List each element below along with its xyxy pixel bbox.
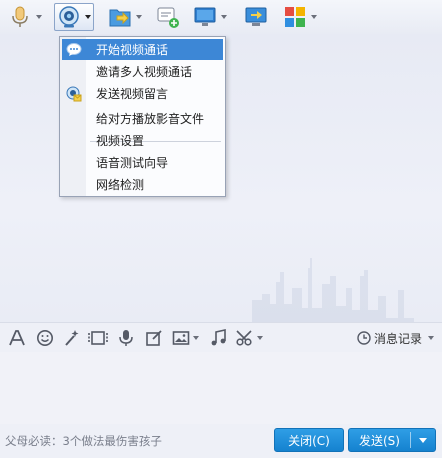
menu-item-video-settings[interactable]: 视频设置 <box>62 130 223 151</box>
message-input[interactable] <box>0 352 442 424</box>
chevron-down-icon[interactable] <box>257 336 263 340</box>
chevron-down-icon <box>428 336 434 340</box>
menu-item-label: 邀请多人视频通话 <box>96 65 193 79</box>
video-clip-button[interactable] <box>88 328 108 348</box>
menu-item-label: 语音测试向导 <box>96 156 169 170</box>
video-clip-icon <box>88 331 108 345</box>
menu-item-label: 给对方播放影音文件 <box>96 112 205 126</box>
voice-call-button[interactable] <box>8 3 42 31</box>
music-button[interactable] <box>210 328 228 348</box>
menu-item-start-video-call[interactable]: 开始视频通话 <box>62 39 223 60</box>
create-discussion-button[interactable] <box>156 3 180 31</box>
music-icon <box>211 329 226 346</box>
screen-share-icon <box>245 7 267 26</box>
video-chat-bubble-icon <box>66 43 82 56</box>
message-history-label: 消息记录 <box>373 331 422 346</box>
magic-wand-icon <box>65 330 79 346</box>
send-button[interactable]: 发送(S) <box>348 428 436 452</box>
chevron-down-icon[interactable] <box>36 15 42 19</box>
close-button-label: 关闭(C) <box>288 433 330 448</box>
voice-message-button[interactable] <box>118 328 134 348</box>
menu-item-label: 开始视频通话 <box>96 43 169 57</box>
microphone-icon <box>12 6 28 27</box>
chevron-down-icon[interactable] <box>193 336 199 340</box>
emoji-icon <box>37 330 53 346</box>
webcam-icon <box>59 6 79 28</box>
chat-toolbar <box>0 0 442 34</box>
menu-item-send-video-message[interactable]: 发送视频留言 <box>62 83 223 104</box>
send-image-button[interactable] <box>172 328 199 348</box>
edit-note-button[interactable] <box>145 328 163 348</box>
menu-item-voice-test-wizard[interactable]: 语音测试向导 <box>62 152 223 173</box>
emoji-button[interactable] <box>36 328 54 348</box>
magic-expression-button[interactable] <box>63 328 81 348</box>
voice-message-icon <box>119 330 133 346</box>
screenshot-button[interactable] <box>236 328 263 348</box>
screenshot-scissors-icon <box>236 330 252 346</box>
send-options-chevron-icon[interactable] <box>419 438 427 443</box>
image-icon <box>172 331 190 345</box>
chevron-down-icon[interactable] <box>136 15 142 19</box>
font-icon <box>9 330 25 346</box>
menu-item-invite-multi-video[interactable]: 邀请多人视频通话 <box>62 61 223 82</box>
menu-item-network-check[interactable]: 网络检测 <box>62 174 223 195</box>
chevron-down-icon[interactable] <box>85 15 91 19</box>
message-history-button[interactable]: 消息记录 <box>357 329 434 347</box>
close-button[interactable]: 关闭(C) <box>274 428 344 452</box>
edit-note-icon <box>146 330 162 346</box>
send-divider <box>410 432 411 448</box>
send-file-button[interactable] <box>108 3 142 31</box>
chevron-down-icon[interactable] <box>311 15 317 19</box>
share-screen-button[interactable] <box>244 3 268 31</box>
bottom-bar: 父母必读：3个做法最伤害孩子 关闭(C) 发送(S) <box>0 424 442 458</box>
ad-link[interactable]: 父母必读：3个做法最伤害孩子 <box>5 433 162 449</box>
menu-item-play-media-file[interactable]: 给对方播放影音文件 <box>62 108 223 129</box>
chevron-down-icon[interactable] <box>221 15 227 19</box>
video-message-icon <box>66 86 82 102</box>
city-skyline-watermark <box>252 258 414 322</box>
input-toolbar: 消息记录 <box>0 322 442 352</box>
video-call-button[interactable] <box>54 3 94 31</box>
add-group-chat-icon <box>157 7 179 28</box>
monitor-icon <box>194 7 216 26</box>
remote-desktop-button[interactable] <box>193 3 227 31</box>
send-button-label: 发送(S) <box>359 433 400 448</box>
font-button[interactable] <box>8 328 26 348</box>
menu-item-label: 网络检测 <box>96 178 145 192</box>
apps-grid-icon <box>285 7 305 27</box>
menu-item-label: 视频设置 <box>96 134 145 148</box>
folder-send-icon <box>109 9 131 27</box>
apps-button[interactable] <box>283 3 317 31</box>
video-call-menu: 开始视频通话 邀请多人视频通话 发送视频留言 给对方播放影音文件 视频设置 语音… <box>59 36 226 197</box>
menu-item-label: 发送视频留言 <box>96 87 169 101</box>
clock-icon <box>357 331 371 345</box>
